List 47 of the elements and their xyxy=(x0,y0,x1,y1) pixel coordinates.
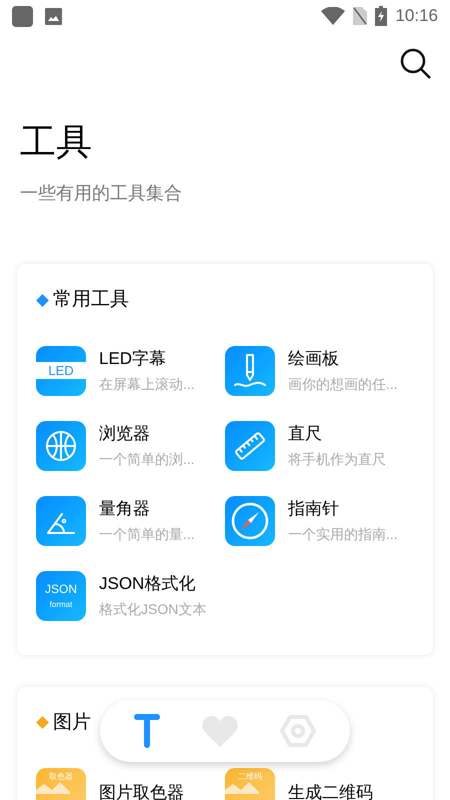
tool-name: JSON格式化 xyxy=(99,572,196,594)
icon-caption: 取色器 xyxy=(49,772,73,782)
tool-item[interactable]: JSON format JSON格式化 格式化JSON文本 xyxy=(36,570,225,620)
tool-description: 画你的想画的任... xyxy=(288,374,398,394)
tool-item[interactable]: LED LED字幕 在屏幕上滚动... xyxy=(36,346,225,396)
tool-description: 将手机作为直尺 xyxy=(288,450,386,468)
format-label: format xyxy=(50,600,72,610)
status-time: 10:16 xyxy=(395,5,438,28)
tool-name: 量角器 xyxy=(99,498,151,520)
ruler-app-icon xyxy=(225,420,275,470)
tool-name: 生成二维码 xyxy=(288,782,373,800)
tool-item[interactable]: 取色器 图片取色器 xyxy=(36,768,225,800)
tool-item[interactable]: 指南针 一个实用的指南... xyxy=(225,496,414,546)
section-title: 图片 xyxy=(53,710,91,734)
no-sim-icon xyxy=(353,7,368,25)
tool-item[interactable]: 浏览器 一个简单的浏... xyxy=(36,420,225,470)
tool-name: LED字幕 xyxy=(99,348,168,370)
tool-name: 指南针 xyxy=(288,498,340,520)
protractor-app-icon xyxy=(36,496,86,546)
tool-description: 在屏幕上滚动... xyxy=(99,374,195,394)
led-label: LED xyxy=(48,362,74,379)
tool-description: 一个实用的指南... xyxy=(288,524,398,544)
tool-name: 直尺 xyxy=(288,422,323,444)
icon-caption: 二维码 xyxy=(238,772,262,782)
tool-item[interactable]: 绘画板 画你的想画的任... xyxy=(225,346,414,396)
image-icon xyxy=(45,8,62,24)
compass-app-icon xyxy=(225,496,275,546)
page-title: 工具 xyxy=(20,120,93,164)
battery-charging-icon xyxy=(375,6,388,26)
app-status-icon xyxy=(12,6,33,26)
tool-item[interactable]: 直尺 将手机作为直尺 xyxy=(225,420,414,470)
tool-description: 格式化JSON文本 xyxy=(99,600,206,618)
tool-name: 图片取色器 xyxy=(99,782,184,800)
search-icon[interactable] xyxy=(400,48,432,80)
tool-description: 一个简单的量... xyxy=(99,524,195,544)
wifi-icon xyxy=(321,7,346,25)
globe-app-icon xyxy=(36,420,86,470)
section-title: 常用工具 xyxy=(53,288,129,312)
page-subtitle: 一些有用的工具集合 xyxy=(20,182,183,205)
text-icon[interactable] xyxy=(134,714,160,748)
tool-item[interactable]: 二维码 生成二维码 xyxy=(225,768,414,800)
pen-app-icon xyxy=(225,346,275,396)
tool-description: 一个简单的浏... xyxy=(99,450,195,468)
tool-name: 绘画板 xyxy=(288,348,340,370)
tool-name: 浏览器 xyxy=(99,422,151,444)
tool-item[interactable]: 量角器 一个简单的量... xyxy=(36,496,225,546)
json-label: JSON xyxy=(44,582,77,596)
